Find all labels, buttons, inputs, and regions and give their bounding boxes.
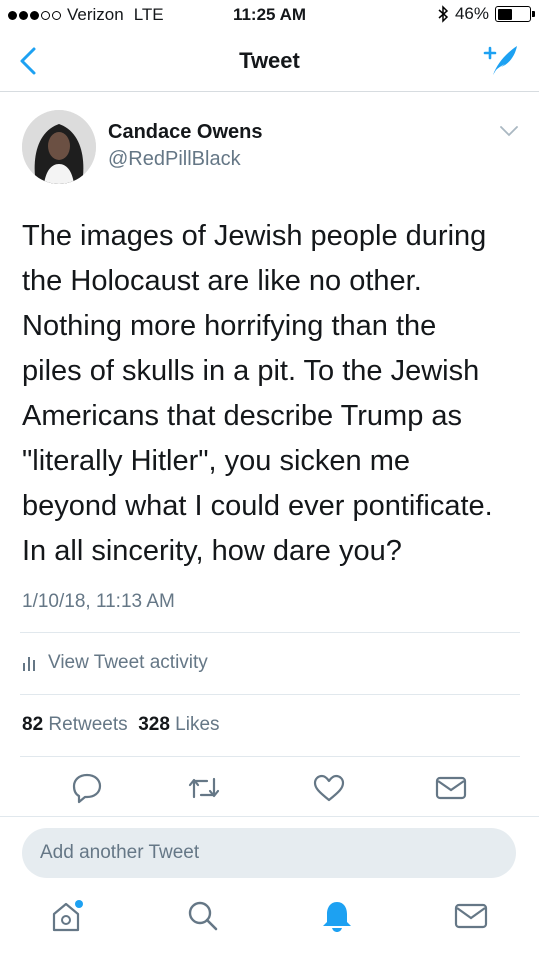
divider	[20, 632, 520, 633]
view-tweet-activity-link[interactable]: View Tweet activity	[22, 652, 208, 674]
tweet-actions	[0, 770, 539, 810]
battery-percent: 46%	[454, 4, 489, 23]
author-name[interactable]: Candace Owens	[108, 121, 263, 144]
home-icon	[52, 900, 83, 932]
page-title: Tweet	[239, 48, 300, 73]
tweet-text-line: Americans that describe Trump as	[22, 400, 463, 432]
reply-placeholder: Add another Tweet	[40, 842, 200, 863]
divider	[0, 816, 539, 817]
compose-tweet-icon	[483, 46, 517, 75]
divider	[20, 756, 520, 757]
retweet-count: 82	[22, 714, 44, 735]
avatar[interactable]	[22, 110, 96, 184]
activity-label: View Tweet activity	[48, 652, 208, 673]
notifications-icon	[323, 902, 351, 932]
tweet-text-line: "literally Hitler", you sicken me	[22, 445, 411, 477]
battery-level	[497, 8, 512, 20]
tab-messages[interactable]	[451, 896, 491, 936]
like-button[interactable]	[312, 770, 346, 806]
tweet-text: The images of Jewish people during the H…	[22, 214, 522, 574]
tab-bar	[0, 896, 539, 960]
search-icon	[188, 901, 218, 931]
tweet-timestamp: 1/10/18, 11:13 AM	[22, 591, 175, 612]
status-bar: Verizon LTE 11:25 AM 46%	[0, 0, 539, 30]
author-handle[interactable]: @RedPillBlack	[108, 148, 241, 171]
retweet-button[interactable]	[187, 770, 221, 806]
tweet-text-line: beyond what I could ever pontificate.	[22, 490, 493, 522]
reply-icon	[72, 773, 102, 804]
retweet-stat[interactable]: 82 Retweets	[22, 714, 128, 735]
retweet-icon	[188, 777, 220, 799]
tab-home[interactable]	[46, 896, 86, 936]
engagement-stats: 82 Retweets 328 Likes	[22, 714, 220, 736]
analytics-icon	[23, 657, 35, 671]
retweet-label: Retweets	[48, 714, 128, 735]
like-count: 328	[138, 714, 170, 735]
tweet-text-line: piles of skulls in a pit. To the Jewish	[22, 355, 480, 387]
battery-icon	[495, 6, 535, 22]
tweet-text-line: Nothing more horrifying than the	[22, 310, 437, 342]
tab-notifications[interactable]	[317, 896, 357, 936]
profile-photo	[22, 110, 96, 184]
direct-message-button[interactable]	[434, 770, 468, 806]
messages-icon	[454, 903, 488, 929]
reply-button[interactable]	[70, 770, 104, 806]
like-icon	[313, 774, 345, 802]
like-label: Likes	[175, 714, 220, 735]
tab-search[interactable]	[183, 896, 223, 936]
navigation-bar: Tweet	[0, 30, 539, 92]
like-stat[interactable]: 328 Likes	[138, 714, 219, 735]
bluetooth-icon	[438, 5, 449, 23]
chevron-down-icon	[500, 126, 518, 137]
reply-input[interactable]: Add another Tweet	[22, 828, 516, 878]
compose-tweet-button[interactable]	[479, 40, 521, 80]
direct-message-icon	[435, 776, 467, 800]
tweet-options-button[interactable]	[499, 124, 519, 138]
status-right: 46%	[437, 4, 535, 24]
tweet-text-line: In all sincerity, how dare you?	[22, 535, 402, 567]
divider	[20, 694, 520, 695]
tweet-text-line: the Holocaust are like no other.	[22, 265, 422, 297]
tweet-text-line: The images of Jewish people during	[22, 220, 487, 252]
